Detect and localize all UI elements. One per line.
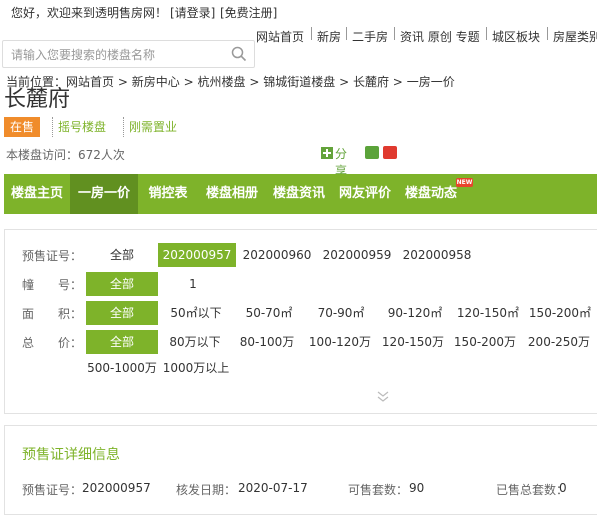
plus-icon[interactable] bbox=[321, 147, 333, 159]
price-option[interactable]: 全部 bbox=[86, 330, 158, 354]
visit-count: 本楼盘访问：672人次 bbox=[6, 148, 125, 162]
price-label: 总 价： bbox=[22, 336, 83, 350]
topnav-district[interactable]: 城区板块 bbox=[492, 28, 540, 45]
detail-saleable-value: 90 bbox=[409, 481, 425, 495]
nav-divider bbox=[346, 27, 347, 40]
area-option[interactable]: 90-120㎡ bbox=[380, 301, 450, 325]
top-bar: 您好，欢迎来到透明售房网！ [请登录] [免费注册] bbox=[0, 0, 597, 24]
tag-lottery: 摇号楼盘 bbox=[52, 117, 111, 137]
breadcrumb-project[interactable]: 长麓府 bbox=[353, 75, 389, 89]
area-option[interactable]: 70-90㎡ bbox=[310, 301, 372, 325]
detail-sold-value: 0 bbox=[559, 481, 567, 495]
price-option[interactable]: 1000万以上 bbox=[160, 356, 232, 380]
nav-divider bbox=[394, 27, 395, 40]
search-input[interactable] bbox=[9, 45, 228, 65]
weibo-icon[interactable] bbox=[383, 146, 397, 159]
topnav-category[interactable]: 房屋类别 bbox=[553, 28, 597, 45]
area-option[interactable]: 全部 bbox=[86, 301, 158, 325]
price-option[interactable]: 100-120万 bbox=[306, 330, 374, 354]
price-option[interactable]: 80-100万 bbox=[236, 330, 298, 354]
tab-home[interactable]: 楼盘主页 bbox=[4, 174, 70, 214]
detail-saleable-label: 可售套数： bbox=[348, 483, 409, 497]
breadcrumb-current: 一房一价 bbox=[406, 75, 455, 89]
new-badge: NEW bbox=[456, 178, 473, 187]
price-option[interactable]: 200-250万 bbox=[522, 330, 596, 354]
detail-title: 预售证详细信息 bbox=[22, 447, 120, 463]
presale-option[interactable]: 202000958 bbox=[400, 243, 474, 267]
price-option[interactable]: 80万以下 bbox=[164, 330, 226, 354]
nav-divider bbox=[547, 27, 548, 40]
breadcrumb-separator: > bbox=[339, 75, 350, 89]
breadcrumb-separator: > bbox=[117, 75, 128, 89]
area-option[interactable]: 50㎡以下 bbox=[164, 301, 228, 325]
presale-option[interactable]: 202000959 bbox=[320, 243, 394, 267]
status-badge: 在售 bbox=[4, 117, 41, 137]
price-option[interactable]: 150-200万 bbox=[450, 330, 520, 354]
welcome-text: 您好，欢迎来到透明售房网！ bbox=[11, 6, 168, 20]
presale-option[interactable]: 全部 bbox=[96, 243, 148, 267]
area-option[interactable]: 120-150㎡ bbox=[452, 301, 524, 325]
building-option[interactable]: 1 bbox=[178, 272, 208, 296]
building-option[interactable]: 全部 bbox=[86, 272, 158, 296]
breadcrumb-separator: > bbox=[249, 75, 260, 89]
chevron-down-icon[interactable] bbox=[376, 390, 390, 404]
search-icon[interactable] bbox=[231, 46, 247, 62]
detail-panel bbox=[4, 425, 597, 515]
area-option[interactable]: 150-200㎡ bbox=[524, 301, 596, 325]
nav-divider bbox=[311, 27, 312, 40]
tab-price-list[interactable]: 一房一价 bbox=[70, 174, 138, 214]
topnav-secondhand[interactable]: 二手房 bbox=[352, 28, 388, 45]
breadcrumb-newhouse[interactable]: 新房中心 bbox=[132, 75, 180, 89]
price-option[interactable]: 120-150万 bbox=[378, 330, 448, 354]
price-option[interactable]: 500-1000万 bbox=[84, 356, 160, 380]
detail-date-label: 核发日期： bbox=[176, 483, 237, 497]
presale-option[interactable]: 202000960 bbox=[240, 243, 314, 267]
wechat-icon[interactable] bbox=[365, 146, 379, 159]
detail-presale-value: 202000957 bbox=[82, 481, 151, 495]
presale-option[interactable]: 202000957 bbox=[158, 243, 236, 267]
tab-album[interactable]: 楼盘相册 bbox=[198, 174, 266, 214]
presale-label: 预售证号： bbox=[22, 249, 83, 263]
building-label: 幢 号： bbox=[22, 278, 83, 292]
tab-reviews[interactable]: 网友评价 bbox=[332, 174, 398, 214]
tab-sales-control[interactable]: 销控表 bbox=[138, 174, 198, 214]
search-box bbox=[2, 40, 255, 68]
topnav-newhouse[interactable]: 新房 bbox=[317, 28, 341, 45]
nav-divider bbox=[486, 27, 487, 40]
area-option[interactable]: 50-70㎡ bbox=[238, 301, 300, 325]
detail-sold-label: 已售总套数： bbox=[496, 483, 569, 497]
breadcrumb-jincheng[interactable]: 锦城街道楼盘 bbox=[263, 75, 335, 89]
project-nav: 楼盘主页 一房一价 销控表 楼盘相册 楼盘资讯 网友评价 楼盘动态 NEW bbox=[4, 174, 597, 214]
tab-news[interactable]: 楼盘资讯 bbox=[266, 174, 332, 214]
topnav-news[interactable]: 资讯 原创 专题 bbox=[400, 28, 480, 45]
detail-presale-label: 预售证号： bbox=[22, 483, 83, 497]
page-title: 长麓府 bbox=[4, 86, 71, 111]
breadcrumb: 当前位置：网站首页 > 新房中心 > 杭州楼盘 > 锦城街道楼盘 > 长麓府 >… bbox=[6, 73, 455, 90]
detail-date-value: 2020-07-17 bbox=[238, 481, 308, 495]
breadcrumb-hangzhou[interactable]: 杭州楼盘 bbox=[197, 75, 245, 89]
breadcrumb-home[interactable]: 网站首页 bbox=[66, 75, 114, 89]
area-label: 面 积： bbox=[22, 307, 83, 321]
breadcrumb-separator: > bbox=[392, 75, 403, 89]
login-link[interactable]: [请登录] bbox=[170, 4, 215, 21]
tab-updates[interactable]: 楼盘动态 bbox=[398, 174, 464, 214]
register-link[interactable]: [免费注册] bbox=[220, 4, 277, 21]
breadcrumb-separator: > bbox=[183, 75, 194, 89]
topnav-home[interactable]: 网站首页 bbox=[256, 28, 304, 45]
tag-rigid-demand: 刚需置业 bbox=[123, 117, 182, 137]
